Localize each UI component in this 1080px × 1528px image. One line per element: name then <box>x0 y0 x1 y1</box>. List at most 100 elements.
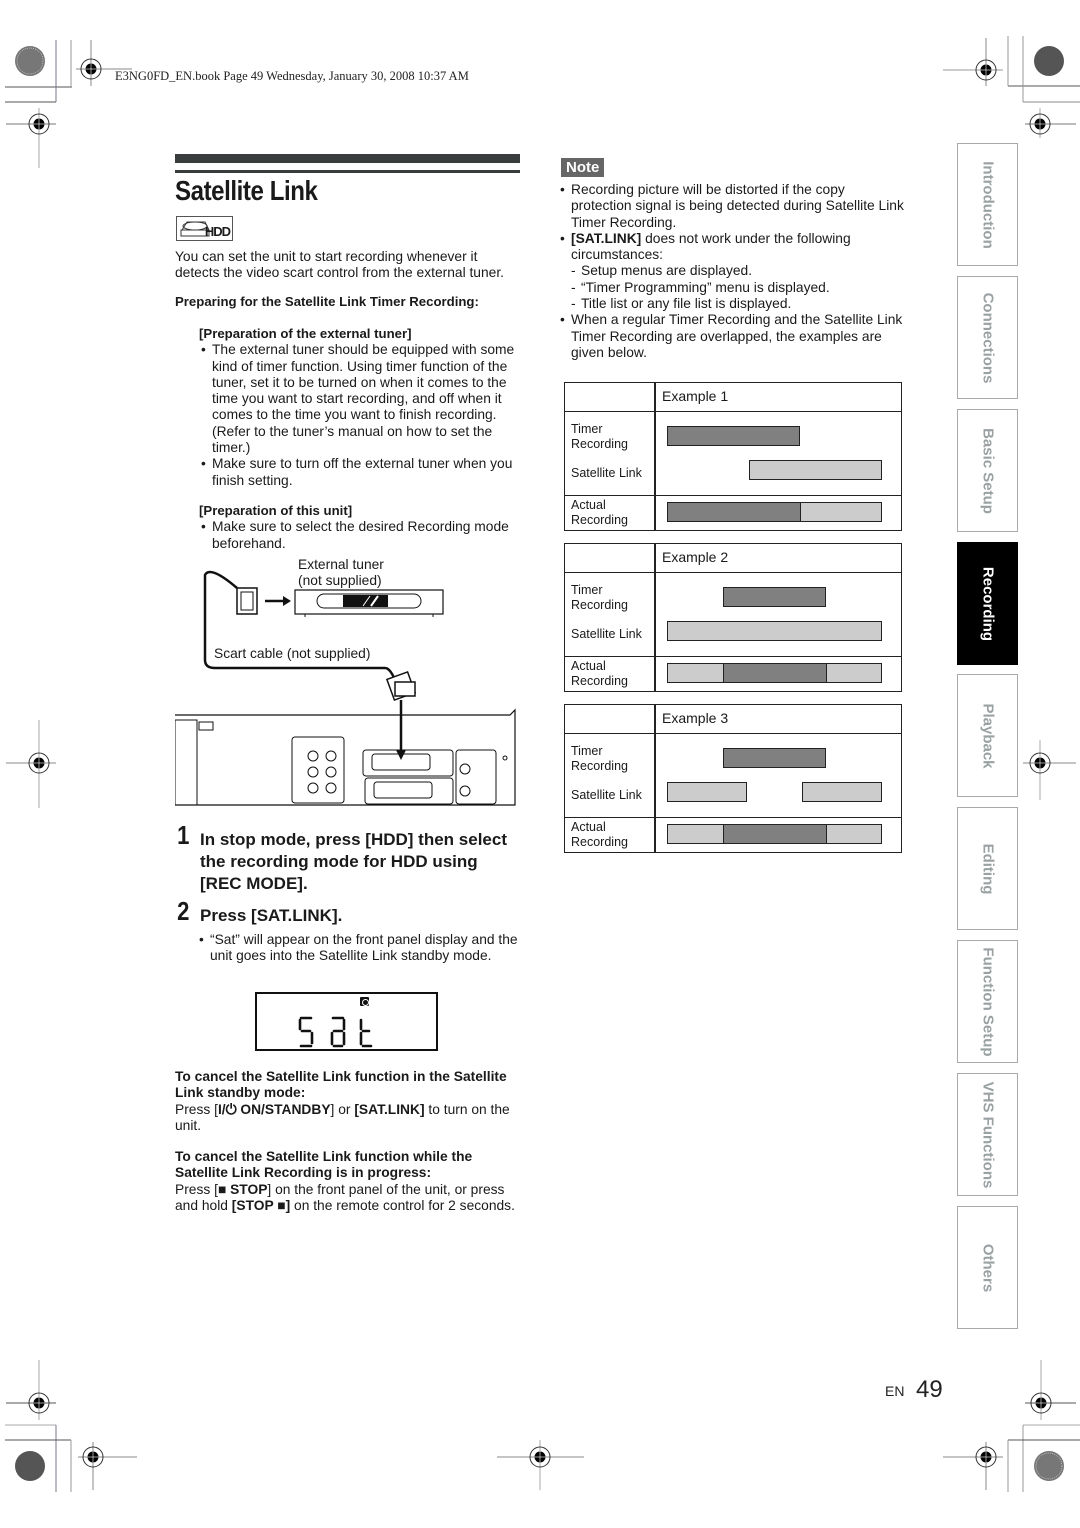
hdd-badge: HDD <box>176 216 233 241</box>
prep-tuner-bullet: Make sure to turn off the external tuner… <box>199 456 524 489</box>
prep-tuner-section: [Preparation of the external tuner] The … <box>199 326 524 552</box>
step-number: 2 <box>177 896 190 926</box>
title-rule <box>175 170 520 173</box>
title-bar <box>175 154 520 163</box>
side-tab-label: Playback <box>979 702 996 769</box>
side-tab-label: Others <box>979 1243 996 1292</box>
satellite-link-bar <box>667 782 747 802</box>
side-tab-others[interactable]: Others <box>957 1206 1018 1329</box>
actual-timer-segment <box>723 825 827 843</box>
timer-recording-bar <box>722 748 827 768</box>
note-sublist: Setup menus are displayed. “Timer Progra… <box>558 263 908 312</box>
step-1-text: In stop mode, press [HDD] then select th… <box>200 830 507 893</box>
on-standby-key: I/⏻ ON/STANDBY <box>217 1101 331 1117</box>
prep-tuner-bullet: The external tuner should be equipped wi… <box>199 342 524 456</box>
side-tab-editing[interactable]: Editing <box>957 807 1018 930</box>
side-tab-label: Introduction <box>979 160 996 249</box>
note-bullet: Recording picture will be distorted if t… <box>558 182 908 231</box>
row-label-satellite: Satellite Link <box>571 788 642 802</box>
row-label-satellite: Satellite Link <box>571 466 642 480</box>
arrow-head-icon <box>283 596 291 606</box>
scart-cable <box>203 570 397 681</box>
side-tab-label: Connections <box>979 292 996 383</box>
side-tab-label: Editing <box>979 843 996 894</box>
front-panel-display: Sat <box>255 992 438 1051</box>
note-list: Recording picture will be distorted if t… <box>558 182 908 361</box>
example-title: Example 3 <box>662 710 729 726</box>
row-label-timer: Timer Recording <box>571 744 628 773</box>
stop-remote-key: [STOP ■] <box>231 1197 291 1213</box>
stop-key: ■ STOP <box>217 1181 268 1197</box>
side-tab-vhs-functions[interactable]: VHS Functions <box>957 1073 1018 1196</box>
intro-text: You can set the unit to start recording … <box>175 249 504 281</box>
cancel-progress-text: Press [■ STOP] on the front panel of the… <box>175 1181 515 1213</box>
step-2-text: Press [SAT.LINK]. <box>200 906 343 925</box>
side-tab-playback[interactable]: Playback <box>957 674 1018 797</box>
footer-language: EN <box>885 1383 905 1399</box>
row-label-actual: Actual Recording <box>571 659 628 688</box>
prep-heading: Preparing for the Satellite Link Timer R… <box>175 294 479 309</box>
external-tuner-icon <box>294 589 444 617</box>
recorder-rear-panel <box>175 708 516 806</box>
row-label-actual: Actual Recording <box>571 820 628 849</box>
satellite-link-bar <box>748 460 882 480</box>
note-bullet: [SAT.LINK] does not work under the follo… <box>558 231 908 264</box>
side-tab-connections[interactable]: Connections <box>957 276 1018 399</box>
side-tab-label: Basic Setup <box>979 427 996 514</box>
sat-link-key: [SAT.LINK] <box>354 1101 425 1117</box>
note-dash-item: Title list or any file list is displayed… <box>571 296 908 313</box>
page-title: Satellite Link <box>175 175 318 206</box>
row-label-timer: Timer Recording <box>571 422 628 451</box>
satellite-link-bar <box>667 621 882 641</box>
actual-recording-bar <box>667 824 882 844</box>
timer-recording-bar <box>667 426 801 446</box>
example-title: Example 2 <box>662 549 729 565</box>
step-2-bullet: “Sat” will appear on the front panel dis… <box>197 932 535 965</box>
side-mark-left <box>6 720 56 808</box>
timer-clock-icon <box>360 997 369 1006</box>
actual-satellite-segment <box>825 664 881 682</box>
example-title: Example 1 <box>662 388 729 404</box>
prep-tuner-heading: [Preparation of the external tuner] <box>199 326 412 341</box>
actual-satellite-segment <box>668 825 724 843</box>
actual-recording-bar <box>667 663 882 683</box>
side-mark-right <box>1023 740 1076 800</box>
corner-mark-bottom-right <box>943 1360 1080 1492</box>
bottom-center-mark <box>497 1440 584 1490</box>
lcd-segment-text <box>298 1016 373 1048</box>
row-label-actual: Actual Recording <box>571 498 628 527</box>
side-tab-introduction[interactable]: Introduction <box>957 143 1018 266</box>
timer-recording-bar <box>722 587 827 607</box>
actual-recording-bar <box>667 502 882 522</box>
side-tab-basic-setup[interactable]: Basic Setup <box>957 409 1018 532</box>
side-tab-recording[interactable]: Recording <box>957 542 1018 665</box>
note-dash-item: Setup menus are displayed. <box>571 263 908 280</box>
prep-unit-heading: [Preparation of this unit] <box>199 502 353 518</box>
note-badge: Note <box>561 158 605 177</box>
scart-plug-icon <box>385 670 417 702</box>
prep-unit-bullet: Make sure to select the desired Recordin… <box>199 519 524 552</box>
actual-timer-segment <box>723 664 827 682</box>
corner-mark-top-right <box>943 36 1080 138</box>
row-label-satellite: Satellite Link <box>571 627 642 641</box>
actual-satellite-segment <box>668 664 724 682</box>
step-number: 1 <box>177 820 190 850</box>
cancel-standby-text: Press [I/⏻ ON/STANDBY] or [SAT.LINK] to … <box>175 1101 510 1133</box>
satellite-link-bar <box>802 782 882 802</box>
side-tab-label: Function Setup <box>979 946 996 1057</box>
example-table: Example 2 Timer Recording Satellite Link… <box>564 543 902 692</box>
cancel-standby-section: To cancel the Satellite Link function in… <box>175 1069 520 1134</box>
cancel-standby-heading: To cancel the Satellite Link function in… <box>175 1069 507 1101</box>
side-tab-label: Recording <box>979 566 996 641</box>
corner-mark-bottom-left <box>5 1360 137 1492</box>
actual-satellite-segment <box>800 503 881 521</box>
actual-satellite-segment <box>825 825 881 843</box>
example-table: Example 1 Timer Recording Satellite Link… <box>564 382 902 531</box>
hdd-badge-label: HDD <box>204 224 231 239</box>
side-tab-function-setup[interactable]: Function Setup <box>957 940 1018 1063</box>
note-dash-item: “Timer Programming” menu is displayed. <box>571 280 908 297</box>
example-table: Example 3 Timer Recording Satellite Link… <box>564 704 902 853</box>
cancel-progress-section: To cancel the Satellite Link function wh… <box>175 1149 520 1214</box>
row-label-timer: Timer Recording <box>571 583 628 612</box>
connection-diagram <box>175 570 516 806</box>
